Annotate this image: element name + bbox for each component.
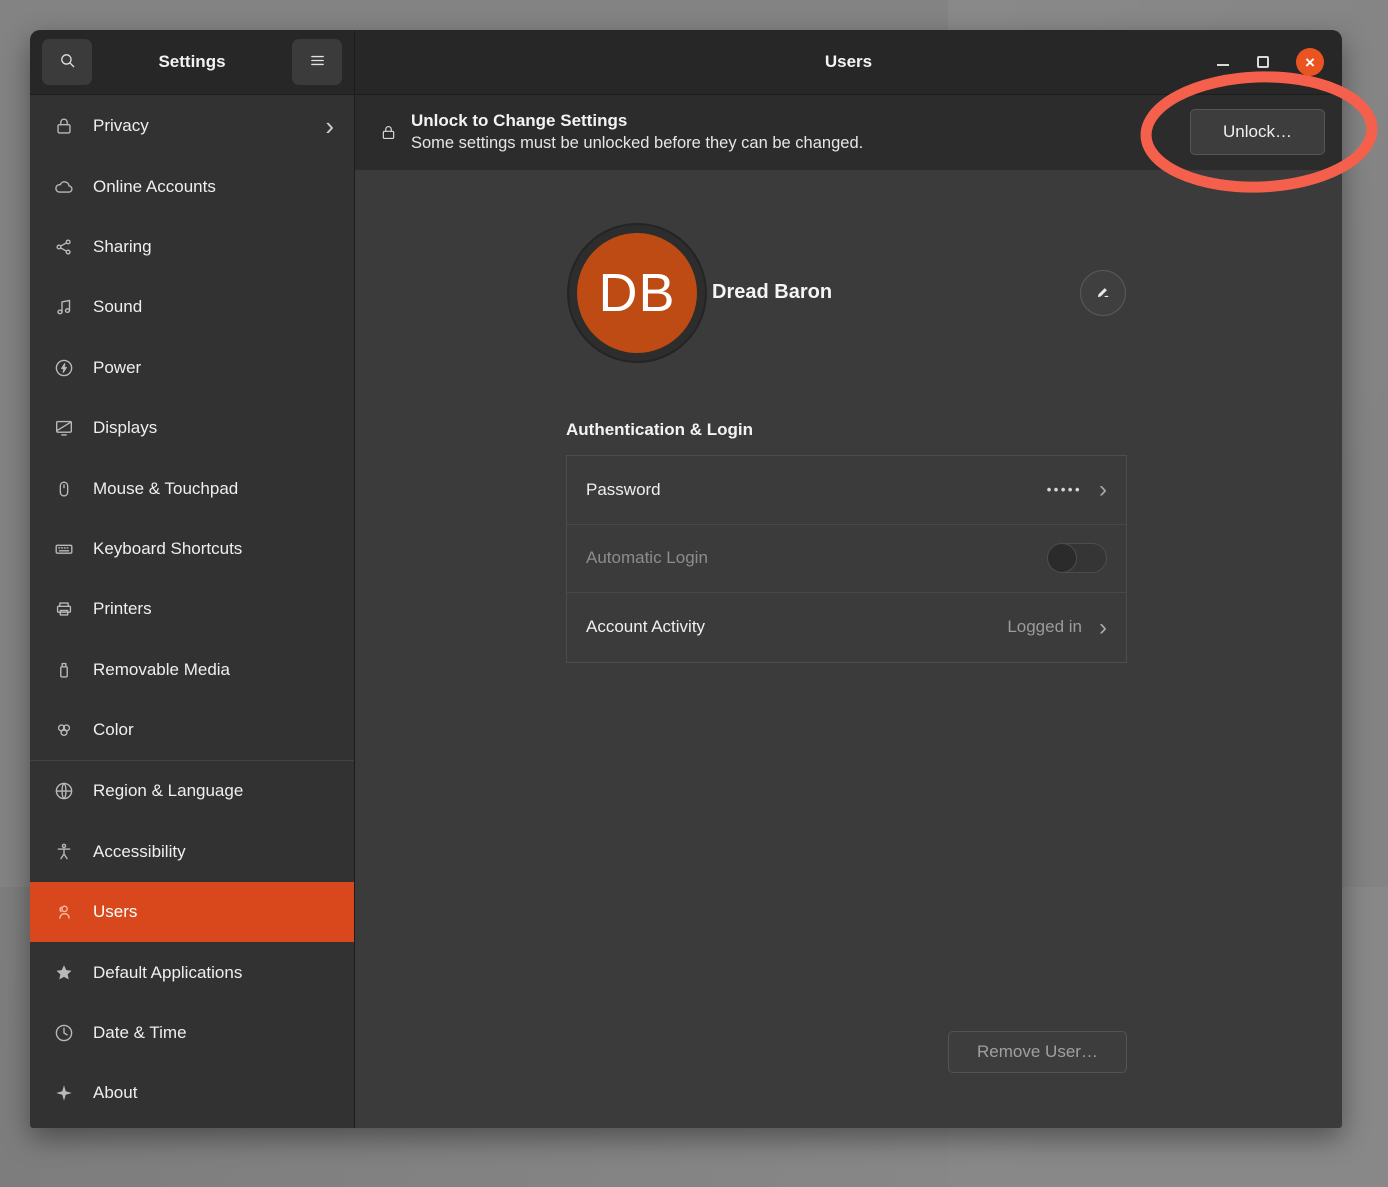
avatar-initials: DB [577,233,697,353]
automatic-login-toggle[interactable] [1047,543,1107,573]
lock-icon [52,114,76,138]
sidebar-item-label: Privacy [93,116,149,136]
sidebar-item-region-language[interactable]: Region & Language [30,761,354,821]
sidebar-item-label: About [93,1083,137,1103]
sidebar-item-about[interactable]: About [30,1063,354,1123]
sidebar-item-label: Sharing [93,237,152,257]
sidebar-item-users[interactable]: Users [30,882,354,942]
sidebar-item-label: Date & Time [93,1023,187,1043]
unlock-button[interactable]: Unlock… [1190,109,1325,155]
sidebar-item-label: Mouse & Touchpad [93,479,238,499]
settings-window: Settings Users × Privacy › Online Accounts… [30,30,1342,1128]
search-button[interactable] [42,39,92,85]
user-avatar[interactable]: DB [567,223,707,363]
sidebar-item-label: Sound [93,297,142,317]
sidebar-item-label: Online Accounts [93,177,216,197]
sidebar-item-label: Default Applications [93,963,242,983]
lock-icon [379,123,398,142]
sidebar-item-displays[interactable]: Displays [30,398,354,458]
cloud-icon [52,175,76,199]
titlebar: Users × [355,30,1342,95]
account-activity-row[interactable]: Account Activity Logged in › [567,593,1126,662]
sidebar-item-label: Region & Language [93,781,243,801]
sidebar-header: Settings [30,30,355,95]
chevron-right-icon: › [1099,480,1107,499]
share-icon [52,235,76,259]
user-name: Dread Baron [712,281,832,304]
row-label: Automatic Login [586,548,708,568]
auth-card: Password ••••• › Automatic Login Account Act… [566,455,1127,663]
sidebar-item-label: Removable Media [93,660,230,680]
music-note-icon [52,295,76,319]
banner-title: Unlock to Change Settings [411,110,863,133]
sparkle-icon [52,1081,76,1105]
clock-icon [52,1021,76,1045]
sidebar-item-default-applications[interactable]: Default Applications [30,942,354,1002]
row-right: Logged in › [1007,617,1107,637]
row-label: Password [586,480,661,500]
row-label: Account Activity [586,617,705,637]
unlock-banner: Unlock to Change Settings Some settings … [355,95,1342,170]
remove-user-button[interactable]: Remove User… [948,1031,1127,1073]
edit-name-button[interactable] [1080,270,1126,316]
sidebar: Privacy › Online Accounts Sharing Sound Power… [30,95,355,1128]
sidebar-item-label: Accessibility [93,842,186,862]
display-icon [52,416,76,440]
toggle-knob [1047,543,1077,573]
row-right [1047,543,1107,573]
accessibility-icon [52,840,76,864]
banner-text: Unlock to Change Settings Some settings … [411,110,863,154]
printer-icon [52,597,76,621]
mouse-icon [52,477,76,501]
window-controls: × [1216,30,1324,94]
sidebar-item-removable-media[interactable]: Removable Media [30,640,354,700]
close-icon[interactable]: × [1296,48,1324,76]
account-activity-value: Logged in [1007,617,1082,637]
globe-icon [52,779,76,803]
hamburger-icon [307,50,328,74]
sidebar-item-power[interactable]: Power [30,338,354,398]
sidebar-item-online-accounts[interactable]: Online Accounts [30,156,354,216]
sidebar-item-mouse-touchpad[interactable]: Mouse & Touchpad [30,458,354,518]
sidebar-item-sharing[interactable]: Sharing [30,217,354,277]
power-icon [52,356,76,380]
star-icon [52,961,76,985]
sidebar-item-sound[interactable]: Sound [30,277,354,337]
sidebar-item-printers[interactable]: Printers [30,579,354,639]
sidebar-item-date-time[interactable]: Date & Time [30,1003,354,1063]
page-title: Users [825,52,872,72]
auth-section-heading: Authentication & Login [566,420,753,440]
sidebar-item-label: Color [93,720,134,740]
search-icon [57,50,78,74]
maximize-icon[interactable] [1257,56,1269,68]
sidebar-item-label: Users [93,902,137,922]
automatic-login-row[interactable]: Automatic Login [567,525,1126,594]
sidebar-list: Privacy › Online Accounts Sharing Sound Power… [30,96,354,1124]
main-panel: Unlock to Change Settings Some settings … [355,95,1342,1128]
sidebar-item-label: Displays [93,418,157,438]
users-icon [52,900,76,924]
sidebar-item-label: Power [93,358,141,378]
keyboard-icon [52,537,76,561]
menu-button[interactable] [292,39,342,85]
banner-subtitle: Some settings must be unlocked before th… [411,133,863,154]
password-row[interactable]: Password ••••• › [567,456,1126,525]
chevron-right-icon: › [325,116,334,137]
sidebar-item-label: Printers [93,599,152,619]
row-right: ••••• › [1047,480,1107,499]
sidebar-item-label: Keyboard Shortcuts [93,539,242,559]
sidebar-item-privacy[interactable]: Privacy › [30,96,354,156]
color-icon [52,718,76,742]
sidebar-item-keyboard-shortcuts[interactable]: Keyboard Shortcuts [30,519,354,579]
usb-drive-icon [52,658,76,682]
desktop-background: Settings Users × Privacy › Online Accounts… [0,0,1388,1187]
minimize-icon[interactable] [1216,55,1230,69]
pencil-icon [1093,282,1113,305]
sidebar-item-color[interactable]: Color [30,700,354,760]
sidebar-item-accessibility[interactable]: Accessibility [30,822,354,882]
chevron-right-icon: › [1099,618,1107,637]
password-value: ••••• [1047,482,1082,497]
